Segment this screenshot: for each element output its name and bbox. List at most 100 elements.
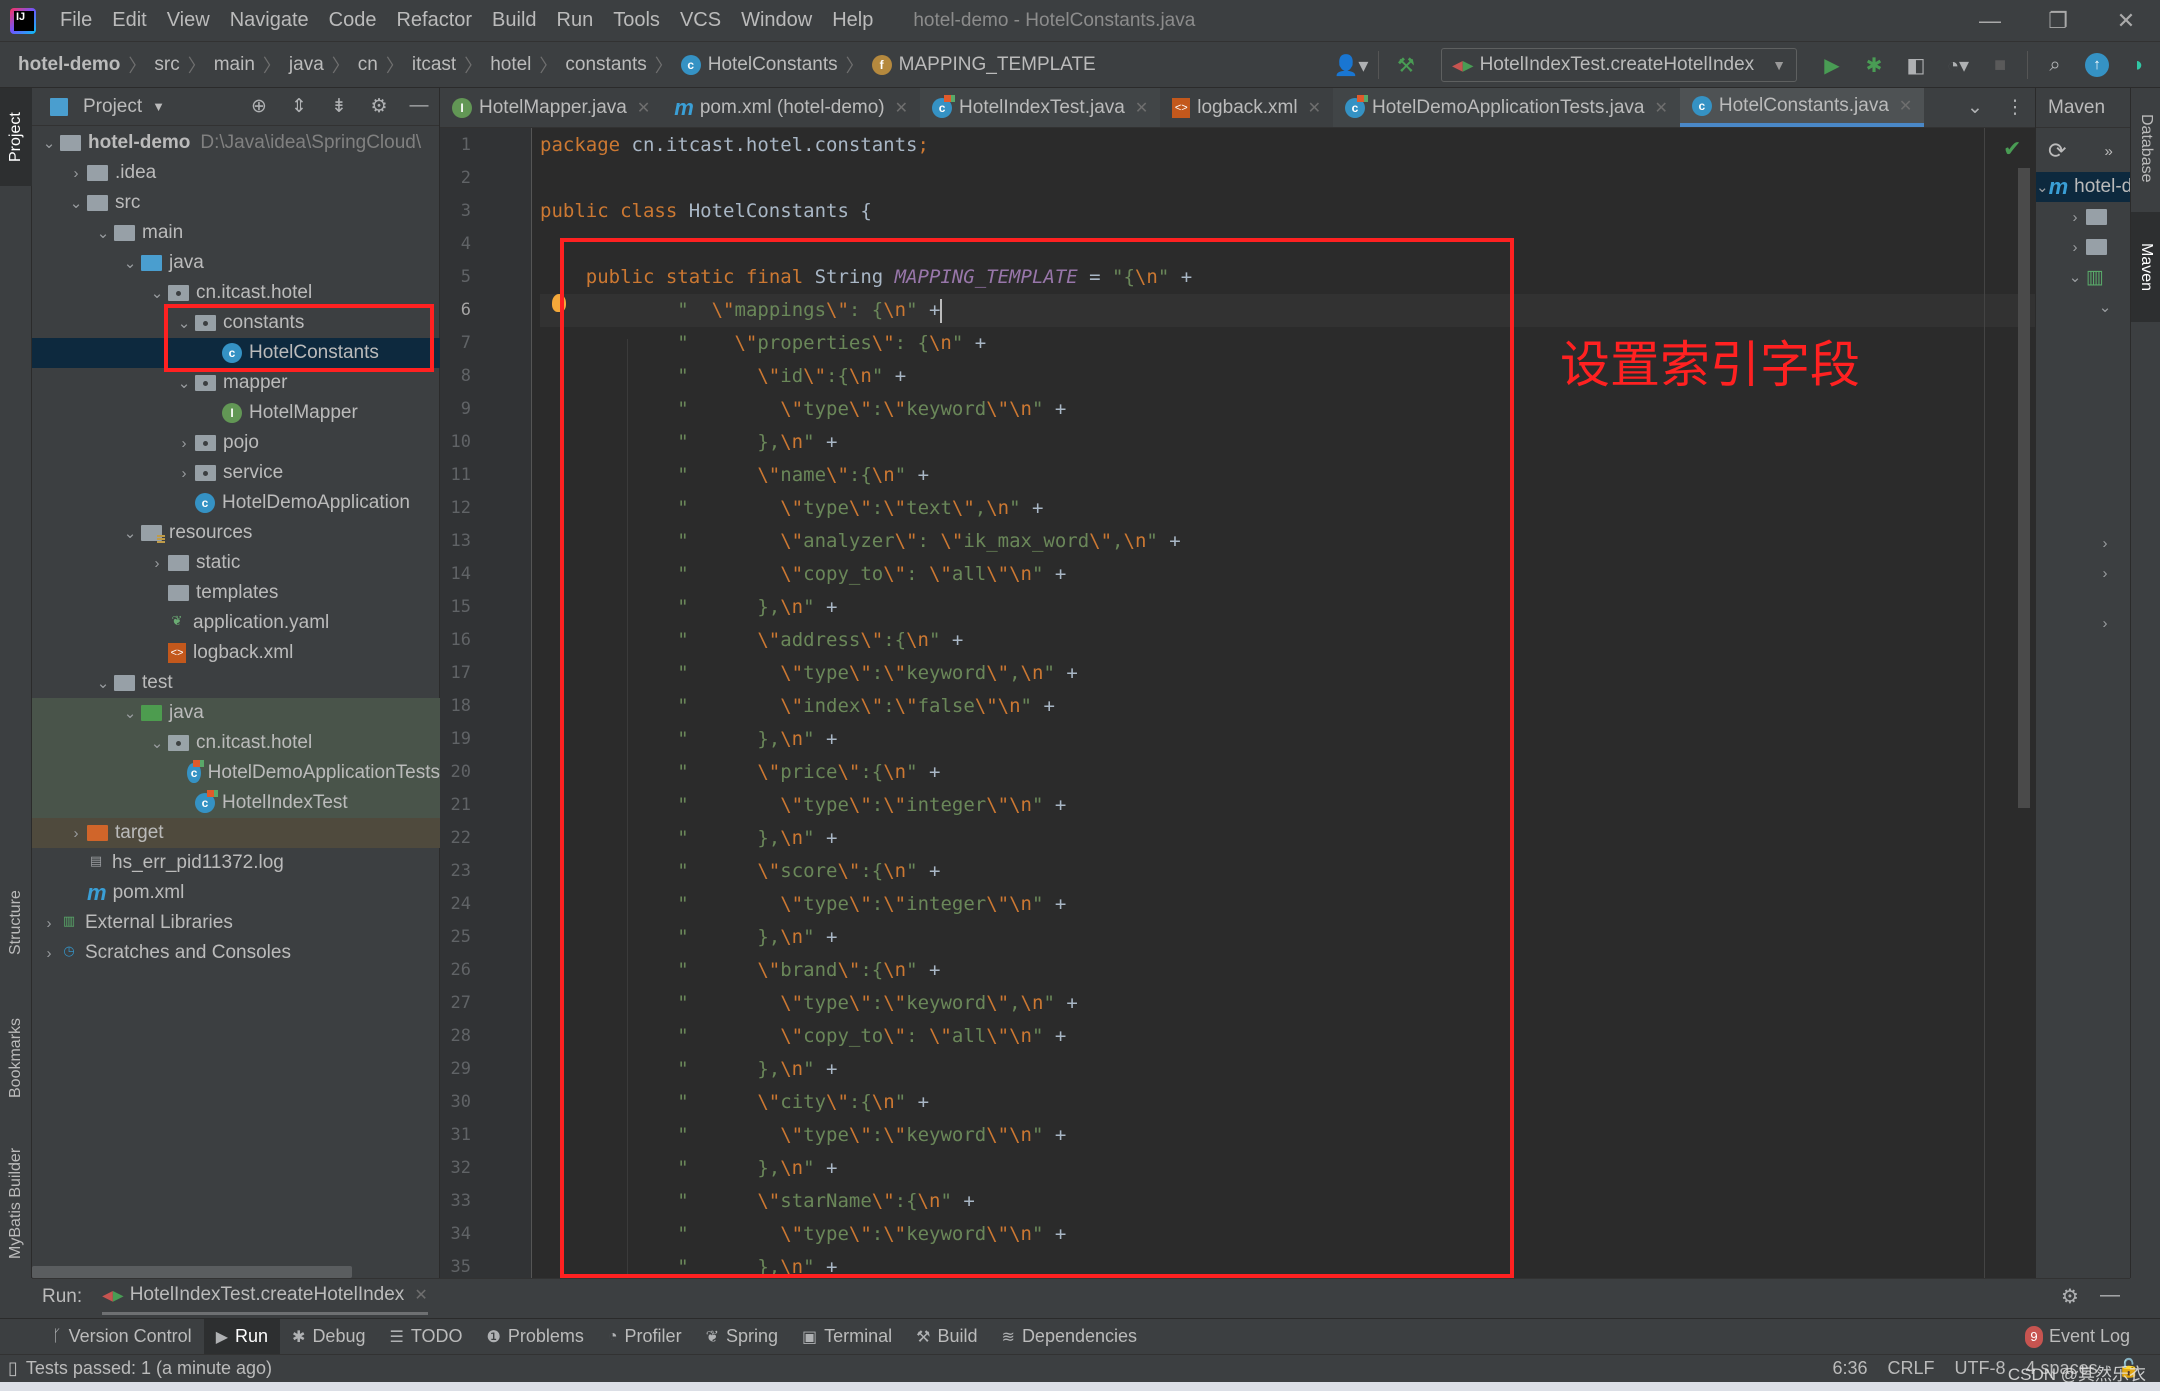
hide-icon[interactable]: — [2090,1284,2130,1309]
stop-icon[interactable]: ■ [1982,47,2018,83]
tool-tab-structure[interactable]: Structure [0,868,32,978]
close-icon[interactable]: ✕ [895,98,908,118]
maven-item[interactable]: › [2094,608,2116,638]
breadcrumb-item-class[interactable]: c HotelConstants [680,54,838,76]
tree-item[interactable]: ⌄ mapper [32,368,440,398]
minimize-button[interactable]: — [1956,0,2024,42]
toolbox-icon[interactable]: ◗ [2121,47,2157,83]
maven-dependencies[interactable]: ⌄ ▥ [2064,262,2104,292]
chevron-down-icon[interactable]: ⌄ [92,674,114,692]
tree-item[interactable]: ⌄ java [32,698,440,728]
chevron-down-icon[interactable]: ⌄ [119,254,141,272]
editor-tab[interactable]: m pom.xml (hotel-demo) ✕ [662,88,920,127]
run-configuration-select[interactable]: ◀▶ HotelIndexTest.createHotelIndex ▼ [1441,48,1797,82]
menu-code[interactable]: Code [319,9,387,32]
status-message[interactable]: ▯ Tests passed: 1 (a minute ago) [8,1358,272,1379]
gear-icon[interactable]: ⚙ [2050,1284,2090,1309]
user-icon[interactable]: 👤▾ [1333,47,1369,83]
maven-item[interactable]: › [2094,558,2116,588]
vertical-scrollbar[interactable] [2018,168,2030,808]
chevron-down-icon[interactable]: ⌄ [65,194,87,212]
breadcrumb-item[interactable]: hotel [490,54,531,76]
chevron-down-icon[interactable]: ⌄ [92,224,114,242]
close-icon[interactable]: ✕ [1654,98,1667,118]
editor-tab[interactable]: c HotelConstants.java ✕ [1679,88,1925,127]
file-encoding[interactable]: UTF-8 [1955,1358,2006,1379]
tree-item[interactable]: ⌄ resources [32,518,440,548]
tree-item[interactable]: c HotelDemoApplication [32,488,440,518]
coverage-icon[interactable]: ◧ [1898,47,1934,83]
close-icon[interactable]: ✕ [1899,96,1912,116]
menu-run[interactable]: Run [547,9,604,32]
more-options-icon[interactable]: ⋮ [1995,96,2035,119]
breadcrumb-item[interactable]: itcast [412,54,456,76]
code-line[interactable]: package cn.itcast.hotel.constants; [540,129,2035,162]
tree-item[interactable]: ⌄ hotel-demo D:\Java\idea\SpringCloud\ [32,128,440,158]
event-log-button[interactable]: 9 Event Log [2024,1319,2130,1354]
menu-window[interactable]: Window [731,9,822,32]
update-icon[interactable]: ↑ [2079,47,2115,83]
editor-tab[interactable]: I HotelMapper.java ✕ [440,88,662,127]
menu-build[interactable]: Build [482,9,546,32]
tree-item[interactable]: c HotelConstants [32,338,440,368]
tool-tab-database[interactable]: Database [2131,88,2160,208]
close-icon[interactable]: ✕ [1308,98,1321,118]
close-icon[interactable]: ✕ [414,1285,427,1305]
caret-position[interactable]: 6:36 [1832,1358,1867,1379]
maven-lifecycle[interactable]: › [2064,202,2114,232]
tool-window-spring[interactable]: ❦ Spring [694,1319,790,1354]
menu-help[interactable]: Help [822,9,883,32]
breadcrumb-item[interactable]: java [289,54,324,76]
tool-window-version-control[interactable]: ᚴ Version Control [40,1319,204,1354]
chevron-right-icon[interactable]: › [173,435,195,452]
close-icon[interactable]: ✕ [637,98,650,118]
build-hammer-icon[interactable]: ⚒ [1388,47,1424,83]
hide-icon[interactable]: — [399,95,439,118]
run-icon[interactable]: ▶ [1814,47,1850,83]
tool-tab-mybatis-builder[interactable]: MyBatis Builder [0,1138,32,1268]
tree-item[interactable]: › ▥ External Libraries [32,908,440,938]
project-view-select[interactable]: Project [83,96,142,118]
tree-item[interactable]: › .idea [32,158,440,188]
chevron-right-icon[interactable]: › [38,945,60,962]
profile-icon[interactable]: ◔▾ [1940,47,1976,83]
chevron-right-icon[interactable]: › [65,165,87,182]
tree-item[interactable]: ⌄ test [32,668,440,698]
tool-window-debug[interactable]: ✱ Debug [280,1319,377,1354]
chevron-down-icon[interactable]: ⌄ [146,734,168,752]
tree-item[interactable]: › static [32,548,440,578]
tree-item[interactable]: c HotelDemoApplicationTests [32,758,440,788]
tree-item[interactable]: templates [32,578,440,608]
chevron-down-icon[interactable]: ⌄ [119,704,141,722]
tool-window-build[interactable]: ⚒ Build [904,1319,989,1354]
menu-vcs[interactable]: VCS [670,9,731,32]
horizontal-scrollbar[interactable] [32,1266,352,1278]
tree-item[interactable]: ⌄ main [32,218,440,248]
menu-view[interactable]: View [157,9,220,32]
run-tab[interactable]: ◀▶ HotelIndexTest.createHotelIndex ✕ [102,1279,428,1315]
maven-dependency-expand[interactable]: ⌄ [2094,292,2116,322]
tool-window-terminal[interactable]: ▣ Terminal [790,1319,904,1354]
tree-item[interactable]: › ◷ Scratches and Consoles [32,938,440,968]
search-icon[interactable]: ⌕ [2037,47,2073,83]
tree-item[interactable]: ⌄ cn.itcast.hotel [32,728,440,758]
tree-item[interactable]: ❦ application.yaml [32,608,440,638]
tree-item[interactable]: ⌄ src [32,188,440,218]
code-editor[interactable]: 1 2 3 4 5 6 7 8 9 10 11 12 13 14 15 16 17 18 19 20 21 22 23 24 2… [440,128,2035,1278]
chevron-right-icon[interactable]: › [65,825,87,842]
tool-window-dependencies[interactable]: ≋ Dependencies [990,1319,1150,1354]
tool-tab-maven[interactable]: Maven [2131,212,2160,322]
breadcrumb-item[interactable]: src [154,54,179,76]
breadcrumb-item-field[interactable]: f MAPPING_TEMPLATE [871,54,1096,76]
close-button[interactable]: ✕ [2092,0,2160,42]
show-hidden-tabs-icon[interactable]: ⌄ [1955,96,1995,119]
editor-tab[interactable]: c HotelDemoApplicationTests.java ✕ [1333,88,1680,127]
collapse-all-icon[interactable]: ⇟ [319,95,359,118]
tool-window-todo[interactable]: ☰ TODO [377,1319,474,1354]
debug-icon[interactable]: ✱ [1856,47,1892,83]
editor-tab[interactable]: c HotelIndexTest.java ✕ [920,88,1161,127]
chevron-down-icon[interactable]: ⌄ [173,374,195,392]
menu-edit[interactable]: Edit [102,9,156,32]
locate-file-icon[interactable]: ⊕ [239,95,279,118]
intellij-logo-icon[interactable] [10,7,36,34]
